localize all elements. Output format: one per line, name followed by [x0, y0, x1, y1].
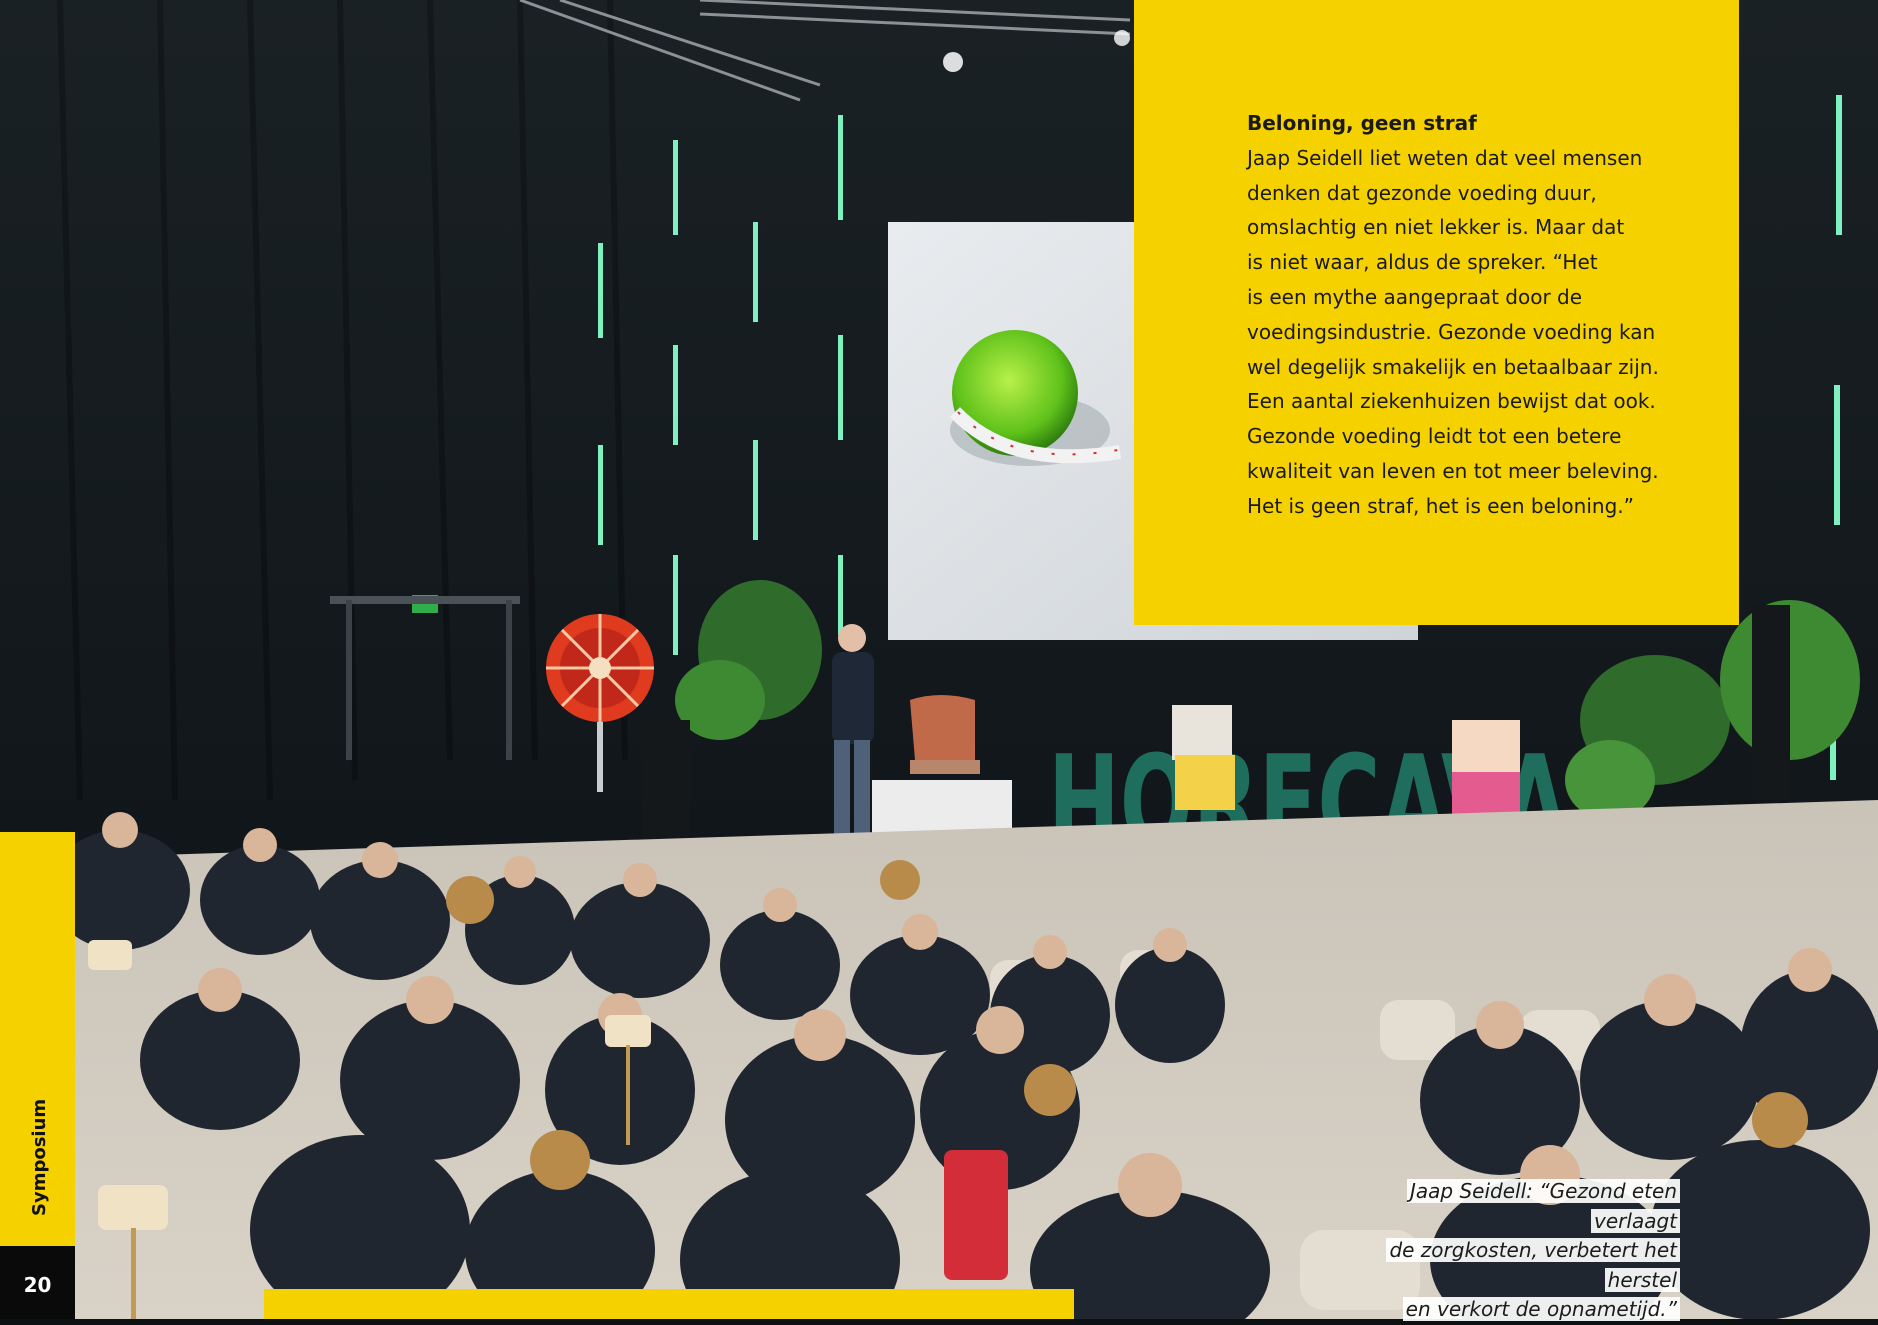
quote-line: Gezonde voeding leidt tot een betere	[1247, 424, 1622, 449]
section-label: Symposium	[29, 1098, 50, 1216]
quote-line: voedingsindustrie. Gezonde voeding kan	[1247, 319, 1656, 344]
page-number: 20	[23, 1273, 52, 1297]
quote-line: is een mythe aangepraat door de	[1247, 284, 1583, 309]
quote-line: Een aantal ziekenhuizen bewijst dat ook.	[1247, 389, 1656, 414]
caption-line: de zorgkosten, verbetert het herstel	[1386, 1238, 1680, 1292]
speaker	[642, 720, 690, 840]
photo-caption: Jaap Seidell: “Gezond eten verlaagt de z…	[1336, 1177, 1680, 1325]
quote-line: is niet waar, aldus de spreker. “Het	[1247, 250, 1598, 275]
caption-line: Jaap Seidell: “Gezond eten verlaagt	[1407, 1179, 1680, 1233]
quote-line: Het is geen straf, het is een beloning.”	[1247, 493, 1634, 518]
red-bag	[944, 1150, 1008, 1280]
apple	[952, 330, 1078, 456]
quote-text: Beloning, geen straf Jaap Seidell liet w…	[1247, 106, 1667, 524]
next-section-bar	[264, 1289, 1074, 1319]
spotlight	[943, 52, 963, 72]
quote-line: Jaap Seidell liet weten dat veel mensen	[1247, 145, 1643, 170]
quote-line: omslachtig en niet lekker is. Maar dat	[1247, 215, 1625, 240]
quote-box: Beloning, geen straf Jaap Seidell liet w…	[1134, 0, 1739, 625]
section-tab: Symposium	[0, 832, 75, 1246]
stage-chair	[910, 695, 975, 760]
quote-line: kwaliteit van leven en tot meer beleving…	[1247, 458, 1659, 483]
quote-line: wel degelijk smakelijk en betaalbaar zij…	[1247, 354, 1659, 379]
quote-line: denken dat gezonde voeding duur,	[1247, 180, 1597, 205]
quote-heading: Beloning, geen straf	[1247, 111, 1477, 135]
quote-body: Jaap Seidell liet weten dat veel mensen …	[1247, 141, 1667, 524]
spotlight	[1114, 30, 1130, 46]
page-number-box: 20	[0, 1246, 75, 1319]
caption-line: en verkort de opnametijd.”	[1402, 1297, 1680, 1321]
